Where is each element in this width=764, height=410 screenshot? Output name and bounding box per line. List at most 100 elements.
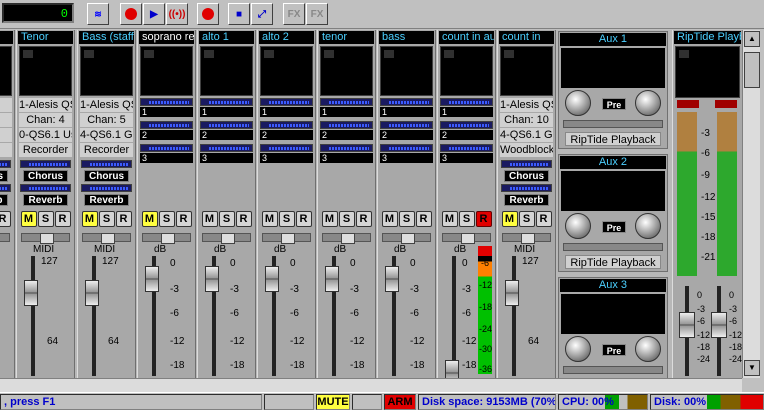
scroll-down-icon[interactable]: ▼	[744, 360, 760, 376]
aux-send-bar[interactable]	[320, 144, 373, 152]
fx-icon[interactable]: FX	[283, 3, 305, 25]
aux-send-bar[interactable]	[140, 98, 193, 106]
aux-send-slider[interactable]	[563, 366, 663, 374]
radio-icon[interactable]: ((•))	[166, 3, 188, 25]
aux-send[interactable]: 1	[260, 98, 313, 118]
aux-level-knob[interactable]	[565, 90, 591, 116]
fx-send[interactable]: Reverb	[0, 184, 11, 206]
aux-send[interactable]: 2	[140, 121, 193, 141]
aux-send[interactable]: 2	[440, 121, 493, 141]
pan-slider[interactable]	[442, 233, 491, 244]
record-arm-button[interactable]: R	[175, 211, 192, 227]
mute-button[interactable]: M	[81, 211, 98, 227]
fx-send[interactable]: Reverb	[81, 184, 132, 206]
volume-fader[interactable]	[385, 266, 399, 292]
fx-send-bar[interactable]	[81, 184, 132, 192]
mute-button[interactable]: M	[501, 211, 518, 227]
pan-slider[interactable]	[202, 233, 251, 244]
record-arm-button[interactable]: R	[54, 211, 71, 227]
channel-info[interactable]: 4-QS6.1 GM	[80, 128, 133, 142]
channel-info[interactable]: 3	[0, 113, 12, 127]
channel-info[interactable]: 1-Alesis QS	[80, 98, 133, 112]
aux-send-bar[interactable]	[440, 98, 493, 106]
fx-send-bar[interactable]	[20, 184, 71, 192]
patch-name[interactable]: Woodblock	[500, 143, 553, 157]
channel-name[interactable]: alto 2	[259, 31, 314, 44]
record-arm-button[interactable]: R	[355, 211, 372, 227]
aux-level-knob[interactable]	[565, 213, 591, 239]
pre-toggle[interactable]: Pre	[602, 98, 626, 110]
aux-name[interactable]: Aux 2	[560, 156, 666, 169]
aux-send-bar[interactable]	[200, 144, 253, 152]
volume-fader[interactable]	[145, 266, 159, 292]
record-arm-button[interactable]: R	[415, 211, 432, 227]
aux-send-bar[interactable]	[440, 144, 493, 152]
aux-send-bar[interactable]	[260, 144, 313, 152]
channel-name[interactable]: Tenor	[18, 31, 73, 44]
pan-slider[interactable]	[262, 233, 311, 244]
channel-info[interactable]: GM	[0, 128, 12, 142]
volume-fader[interactable]	[265, 266, 279, 292]
aux-send[interactable]: 1	[140, 98, 193, 118]
record-arm-button[interactable]: R	[115, 211, 132, 227]
master-name[interactable]: RipTide Playb	[674, 31, 741, 44]
aux-pan-knob[interactable]	[635, 213, 661, 239]
aux-send[interactable]: 1	[200, 98, 253, 118]
volume-fader[interactable]	[445, 360, 459, 378]
patch-name[interactable]: Recorder	[80, 143, 133, 157]
scroll-thumb[interactable]	[744, 52, 760, 88]
channel-info[interactable]: Chan: 4	[19, 113, 72, 127]
fx-send-bar[interactable]	[0, 184, 11, 192]
time-counter[interactable]: 0	[2, 3, 74, 23]
solo-button[interactable]: S	[218, 211, 235, 227]
aux-send-slider[interactable]	[563, 120, 663, 128]
aux-send[interactable]: 3	[200, 144, 253, 164]
aux-send-bar[interactable]	[200, 98, 253, 106]
solo-button[interactable]: S	[458, 211, 475, 227]
aux-send-bar[interactable]	[380, 98, 433, 106]
channel-name[interactable]: bass	[379, 31, 434, 44]
aux-destination[interactable]: RipTide Playback	[565, 255, 661, 269]
solo-button[interactable]: S	[398, 211, 415, 227]
wave-tool-icon[interactable]: ≋	[87, 3, 109, 25]
channel-name[interactable]: soprano rec	[139, 31, 194, 44]
fx-icon-2[interactable]: FX	[306, 3, 328, 25]
fx-send-bar[interactable]	[0, 160, 11, 168]
solo-button[interactable]: S	[158, 211, 175, 227]
channel-info[interactable]: Chan: 10	[500, 113, 553, 127]
fx-send[interactable]: Chorus	[81, 160, 132, 182]
pan-slider[interactable]	[21, 233, 70, 244]
mute-button[interactable]: M	[381, 211, 398, 227]
record-arm-button[interactable]: R	[0, 211, 11, 227]
record-arm-button[interactable]: R	[295, 211, 312, 227]
scroll-up-icon[interactable]: ▲	[744, 31, 760, 47]
solo-button[interactable]: S	[98, 211, 115, 227]
mute-button[interactable]: M	[321, 211, 338, 227]
aux-send[interactable]: 3	[140, 144, 193, 164]
volume-fader[interactable]	[505, 280, 519, 306]
pan-slider[interactable]	[382, 233, 431, 244]
fx-send-bar[interactable]	[81, 160, 132, 168]
patch-name[interactable]: Recorder	[19, 143, 72, 157]
horizontal-scrollbar[interactable]	[0, 378, 742, 392]
fx-send[interactable]: Reverb	[501, 184, 552, 206]
pre-toggle[interactable]: Pre	[602, 221, 626, 233]
aux-send[interactable]: 3	[260, 144, 313, 164]
volume-fader[interactable]	[205, 266, 219, 292]
mute-button[interactable]: M	[20, 211, 37, 227]
record-arm-button[interactable]: R	[535, 211, 552, 227]
aux-send-slider[interactable]	[563, 243, 663, 251]
aux-send[interactable]: 2	[320, 121, 373, 141]
record-icon[interactable]	[197, 3, 219, 25]
channel-info[interactable]: 1-Alesis QS	[19, 98, 72, 112]
aux-send[interactable]: 3	[380, 144, 433, 164]
aux-send-bar[interactable]	[200, 121, 253, 129]
vertical-scrollbar[interactable]: ▲ ▼	[742, 30, 760, 378]
aux-send-bar[interactable]	[260, 121, 313, 129]
aux-send[interactable]: 2	[260, 121, 313, 141]
volume-fader[interactable]	[325, 266, 339, 292]
volume-fader[interactable]	[85, 280, 99, 306]
record-fx-icon[interactable]	[120, 3, 142, 25]
pan-slider[interactable]	[0, 233, 10, 242]
solo-button[interactable]: S	[338, 211, 355, 227]
